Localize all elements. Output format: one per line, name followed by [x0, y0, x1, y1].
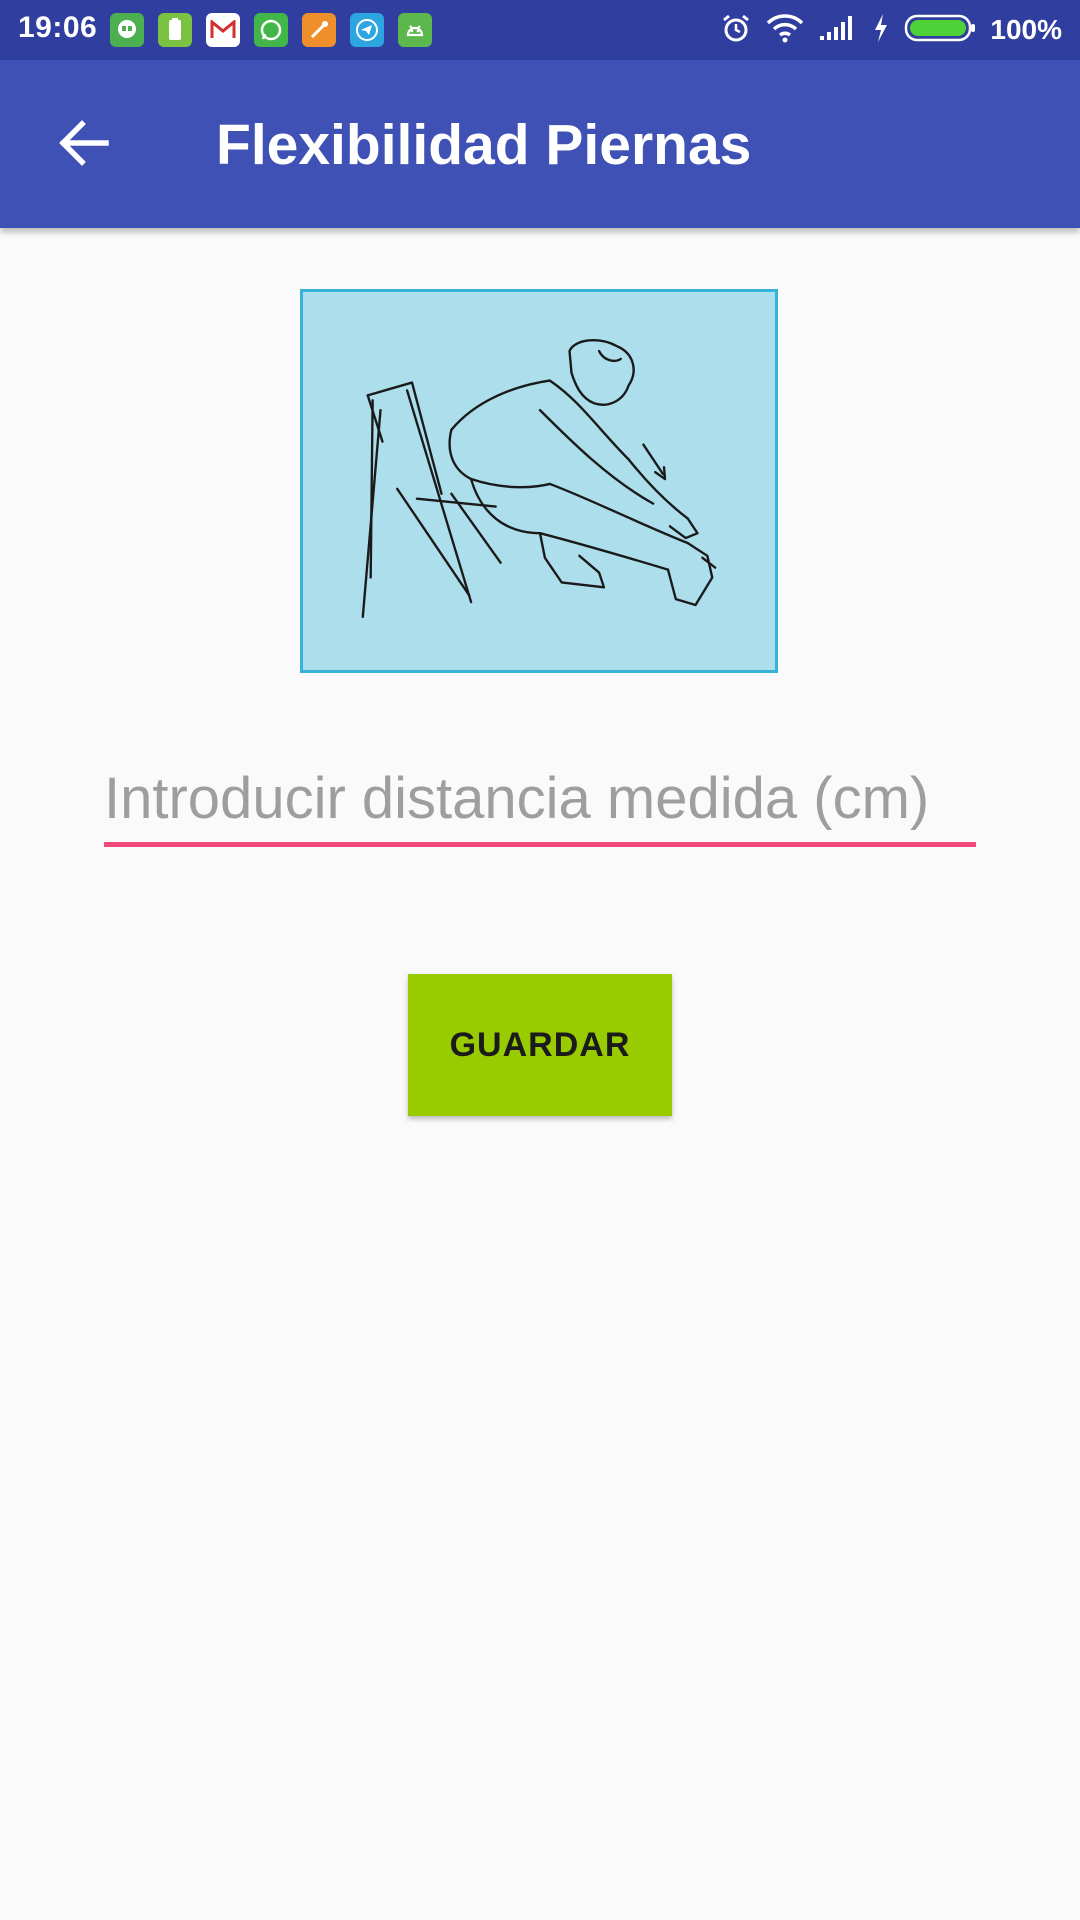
distance-field [104, 756, 976, 848]
page-title: Flexibilidad Piernas [216, 113, 752, 177]
app-bar: Flexibilidad Piernas [0, 60, 1080, 228]
distance-input[interactable] [104, 756, 976, 840]
wifi-icon [766, 13, 804, 48]
arrow-left-icon [56, 115, 112, 176]
whatsapp-icon [254, 13, 288, 47]
back-button[interactable] [44, 110, 124, 180]
android-app-icon [398, 13, 432, 47]
signal-icon [818, 14, 858, 47]
battery-percent: 100% [990, 14, 1062, 45]
telegram-icon [350, 13, 384, 47]
charging-icon [872, 13, 890, 48]
system-status-icons: 100% [720, 10, 1062, 50]
status-time: 19:06 [18, 11, 98, 44]
alarm-icon [720, 12, 752, 49]
notification-icons [110, 13, 432, 47]
status-bar: 19:06 100% [0, 0, 1080, 60]
input-underline [104, 842, 976, 847]
exercise-illustration [300, 289, 778, 673]
tool-app-icon [302, 13, 336, 47]
battery-icon [904, 13, 976, 48]
hangouts-icon [110, 13, 144, 47]
battery-app-icon [158, 13, 192, 47]
save-button[interactable]: GUARDAR [408, 974, 672, 1116]
gmail-icon [206, 13, 240, 47]
